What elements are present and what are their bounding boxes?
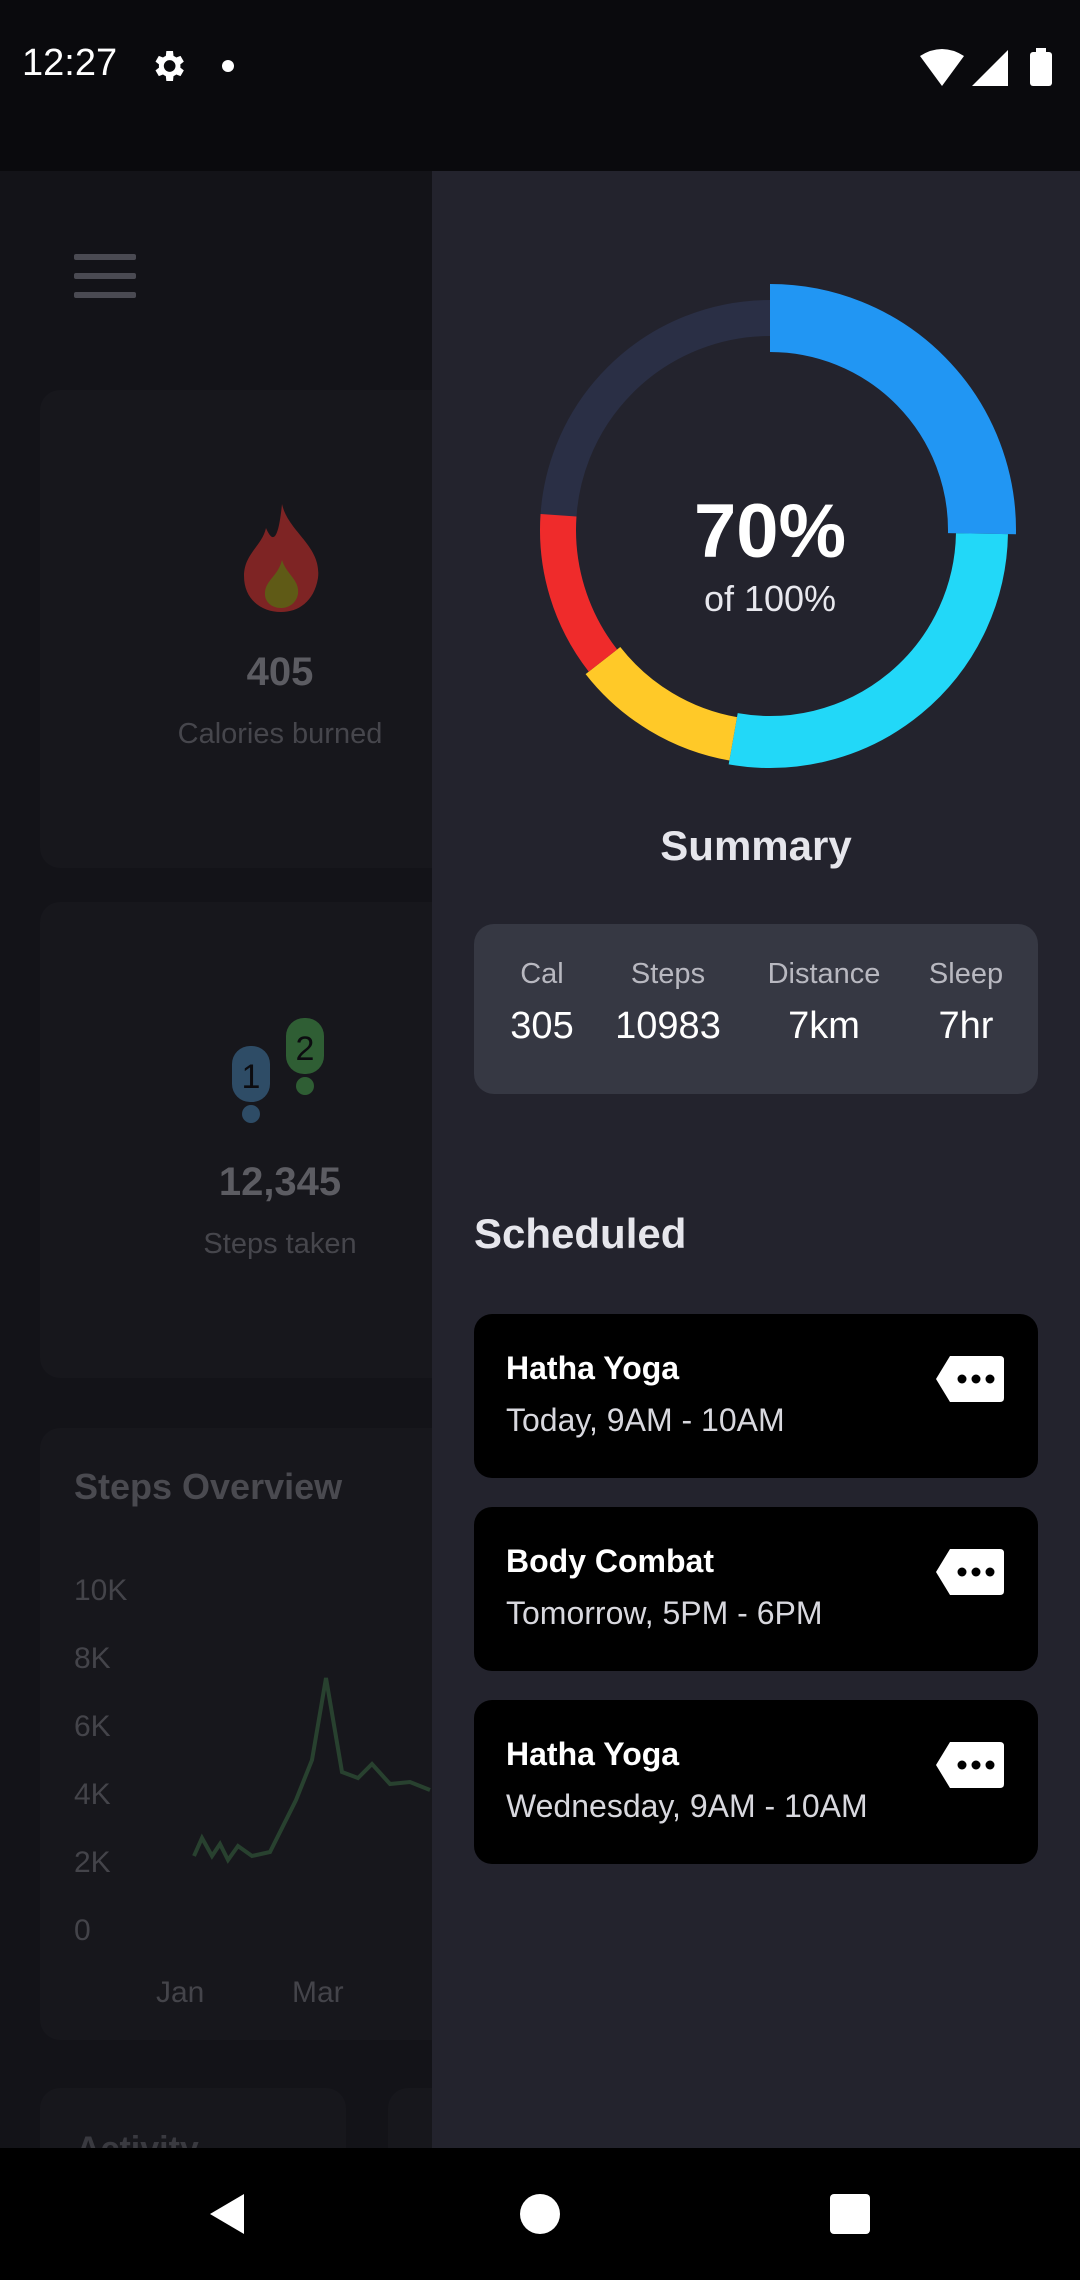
footsteps-icon: 1 2 — [232, 1018, 324, 1123]
scheduled-item[interactable]: Hatha Yoga Wednesday, 9AM - 10AM — [474, 1700, 1038, 1864]
y-tick: 8K — [74, 1642, 111, 1675]
stat-label: Distance — [767, 958, 881, 990]
stat-sleep: Sleep 7hr — [914, 958, 1018, 1048]
menu-icon[interactable] — [74, 254, 136, 298]
stat-distance: Distance 7km — [754, 958, 894, 1048]
y-tick: 10K — [74, 1574, 128, 1607]
back-icon[interactable] — [204, 2190, 252, 2238]
scheduled-item-time: Today, 9AM - 10AM — [506, 1402, 785, 1438]
y-tick: 0 — [74, 1914, 91, 1947]
notification-dot-icon — [222, 60, 234, 72]
stat-steps: Steps 10983 — [598, 958, 738, 1048]
stat-cal: Cal 305 — [494, 958, 590, 1048]
y-tick: 4K — [74, 1778, 111, 1811]
status-bar: 12:27 — [0, 0, 1080, 171]
ring-segment-yellow — [585, 646, 738, 761]
y-tick: 6K — [74, 1710, 111, 1743]
scheduled-item[interactable]: Hatha Yoga Today, 9AM - 10AM — [474, 1314, 1038, 1478]
scheduled-item-name: Body Combat — [506, 1543, 714, 1579]
stat-value: 10983 — [615, 1005, 721, 1047]
steps-overview-title: Steps Overview — [74, 1466, 343, 1507]
summary-stats-panel: Cal 305 Steps 10983 Distance 7km Sleep 7… — [474, 924, 1038, 1094]
steps-line-chart — [192, 1677, 431, 1864]
stat-label: Cal — [520, 958, 564, 990]
scheduled-item-time: Tomorrow, 5PM - 6PM — [506, 1595, 823, 1631]
svg-text:2: 2 — [296, 1030, 315, 1068]
svg-text:1: 1 — [242, 1058, 261, 1096]
wifi-signal-battery-icons — [920, 48, 1052, 86]
gear-icon — [155, 51, 184, 81]
navigation-bar — [0, 2148, 1080, 2280]
flame-icon — [244, 504, 319, 612]
y-tick: 2K — [74, 1846, 111, 1879]
stat-label: Steps — [630, 958, 706, 990]
more-tag-icon[interactable] — [934, 1740, 1006, 1790]
status-time: 12:27 — [22, 42, 118, 84]
scheduled-item[interactable]: Body Combat Tomorrow, 5PM - 6PM — [474, 1507, 1038, 1671]
scheduled-item-name: Hatha Yoga — [506, 1350, 680, 1386]
more-tag-icon[interactable] — [934, 1547, 1006, 1597]
stat-label: Sleep — [928, 958, 1004, 990]
x-tick: Jan — [156, 1976, 205, 2009]
scheduled-title: Scheduled — [474, 1210, 687, 1257]
stat-value: 305 — [510, 1005, 574, 1047]
stat-value: 7km — [788, 1005, 860, 1047]
recents-icon[interactable] — [830, 2194, 870, 2234]
scheduled-item-name: Hatha Yoga — [506, 1736, 680, 1772]
x-tick: Mar — [292, 1976, 344, 2009]
progress-percent: 70% — [693, 489, 847, 574]
stat-value: 7hr — [938, 1005, 994, 1047]
scheduled-item-time: Wednesday, 9AM - 10AM — [506, 1788, 868, 1824]
home-icon[interactable] — [520, 2194, 560, 2234]
summary-title: Summary — [660, 822, 852, 869]
progress-subtitle: of 100% — [703, 578, 837, 619]
more-tag-icon[interactable] — [934, 1354, 1006, 1404]
